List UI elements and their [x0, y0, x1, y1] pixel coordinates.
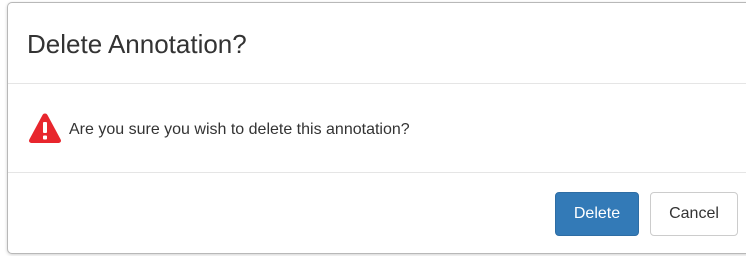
dialog-header: Delete Annotation?	[8, 3, 746, 84]
dialog-message: Are you sure you wish to delete this ann…	[69, 121, 410, 138]
delete-annotation-dialog: Delete Annotation? Are you sure you wish…	[7, 2, 746, 254]
delete-button[interactable]: Delete	[555, 192, 639, 236]
dialog-title: Delete Annotation?	[27, 29, 247, 59]
warning-icon	[28, 112, 62, 144]
dialog-footer: Delete Cancel	[8, 173, 746, 253]
dialog-body: Are you sure you wish to delete this ann…	[8, 84, 746, 173]
cancel-button[interactable]: Cancel	[650, 192, 738, 236]
